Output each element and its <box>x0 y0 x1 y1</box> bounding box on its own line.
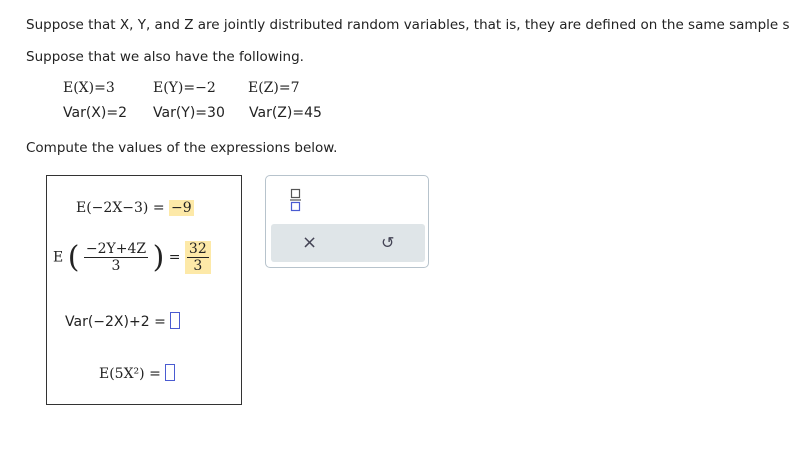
intro-line-2: Suppose that we also have the following. <box>26 49 304 65</box>
problem-2-fraction: −2Y+4Z 3 <box>83 241 149 274</box>
problem-2-answer[interactable]: 32 3 <box>184 241 211 274</box>
problem-2-numerator: −2Y+4Z <box>85 241 147 257</box>
left-paren: ( <box>67 240 80 275</box>
problem-4: E(5X²) = <box>99 364 176 382</box>
problem-1-answer[interactable]: −9 <box>169 200 194 216</box>
problem-4-input[interactable] <box>165 364 176 381</box>
undo-icon[interactable]: ↺ <box>381 233 394 253</box>
given-ez: E(Z)=7 <box>248 80 300 96</box>
given-ey: E(Y)=−2 <box>153 80 216 96</box>
intro-line-3: Compute the values of the expressions be… <box>26 140 338 156</box>
problem-3-expr: Var(−2X)+2 = <box>65 314 166 330</box>
problem-2-denominator: 3 <box>83 257 149 274</box>
problem-4-expr: E(5X²) = <box>99 366 161 382</box>
toolbar: × ↺ <box>271 224 425 262</box>
given-ex: E(X)=3 <box>63 80 115 96</box>
problem-1-expr: E(−2X−3) = <box>76 200 165 216</box>
fraction-icon[interactable] <box>290 188 302 212</box>
problem-1: E(−2X−3) = −9 <box>76 200 194 216</box>
intro-text: Suppose that X, Y, and Z are jointly dis… <box>26 17 789 33</box>
right-paren: ) <box>152 240 165 275</box>
problem-3: Var(−2X)+2 = <box>65 312 181 330</box>
problem-2: E ( −2Y+4Z 3 ) = 32 3 <box>53 240 211 275</box>
given-vary: Var(Y)=30 <box>153 105 225 121</box>
tool-panel: × ↺ <box>265 175 429 268</box>
problem-2-prefix: E <box>53 249 64 266</box>
problem-2-answer-den: 3 <box>186 257 209 274</box>
given-varz: Var(Z)=45 <box>249 105 322 121</box>
given-varx: Var(X)=2 <box>63 105 127 121</box>
problem-2-answer-num: 32 <box>188 241 207 257</box>
problem-2-eq: = <box>168 249 181 266</box>
close-icon[interactable]: × <box>302 233 317 253</box>
intro-line-1: Suppose that X, Y, and Z are jointly dis… <box>26 17 789 33</box>
answer-box: E(−2X−3) = −9 E ( −2Y+4Z 3 ) = 32 3 Var(… <box>46 175 242 405</box>
problem-3-input[interactable] <box>170 312 181 329</box>
